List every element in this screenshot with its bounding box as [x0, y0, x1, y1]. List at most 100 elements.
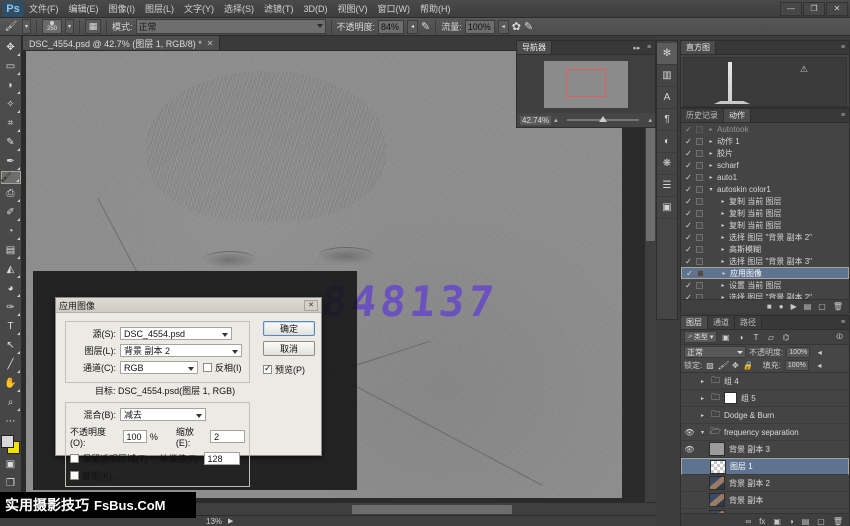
layer-row[interactable]: ▸ 🗀 组 5 [681, 390, 849, 407]
slider-knob[interactable] [599, 116, 607, 122]
layer-select[interactable]: 背景 副本 2 [120, 344, 242, 357]
layer-thumbnail[interactable] [709, 510, 725, 513]
zoom-slider[interactable] [567, 119, 640, 121]
pressure-size-icon[interactable]: ✎ [524, 20, 533, 33]
source-select[interactable]: DSC_4554.psd [120, 327, 232, 340]
action-dialog-toggle[interactable] [694, 198, 705, 205]
action-row-selected[interactable]: ✓ ▸ 应用图像 [681, 267, 849, 279]
pen-tool[interactable]: ✑ [1, 298, 21, 317]
chevron-right-icon[interactable]: ▸ [717, 282, 729, 289]
type-tool[interactable]: T [1, 317, 21, 336]
layer-row[interactable]: ▸ 🗀 Dodge & Burn [681, 407, 849, 424]
preview-checkbox[interactable]: 预览(P) [263, 363, 305, 376]
action-row[interactable]: ✓ ▸ 选择 图层 "背景 副本 2" [681, 291, 849, 299]
opacity-flyout-icon[interactable]: ◂ [407, 20, 418, 34]
record-action-icon[interactable]: ● [779, 302, 784, 311]
action-row[interactable]: ✓ ▸ 复制 当前 图层 [681, 219, 849, 231]
chevron-right-icon[interactable]: ▸ [717, 258, 729, 265]
action-toggle-check[interactable]: ✓ [683, 209, 694, 218]
chevron-right-icon[interactable]: ▸ [705, 174, 717, 181]
eye-icon[interactable]: 👁 [683, 445, 696, 454]
flow-input[interactable]: 100% [465, 20, 495, 34]
cancel-button[interactable]: 取消 [263, 341, 315, 356]
mini-bridge-icon[interactable]: ✻ [657, 43, 677, 65]
close-icon[interactable]: ✕ [304, 300, 318, 311]
document-tab[interactable]: DSC_4554.psd @ 42.7% (图层 1, RGB/8) * ✕ [22, 35, 220, 50]
panel-menu-icon[interactable]: ≡ [643, 41, 655, 54]
action-row[interactable]: ✓ ▸ 选择 图层 "背景 副本 3" [681, 255, 849, 267]
dialog-opacity-input[interactable]: 100 [123, 430, 147, 443]
blend-select[interactable]: 减去 [120, 408, 206, 421]
action-toggle-check[interactable]: ✓ [684, 269, 695, 278]
menu-filter[interactable]: 滤镜(T) [259, 0, 299, 18]
action-dialog-toggle[interactable] [694, 234, 705, 241]
eraser-tool[interactable]: ◔ [1, 222, 21, 241]
blend-mode-select[interactable]: 正常 [136, 19, 326, 34]
adjustments-icon[interactable]: ◐ [657, 131, 677, 153]
menu-edit[interactable]: 编辑(E) [64, 0, 104, 18]
action-dialog-toggle[interactable] [694, 222, 705, 229]
filter-pixel-icon[interactable]: ▣ [719, 331, 732, 343]
layer-thumbnail[interactable] [710, 460, 726, 474]
layer-filter-kind-select[interactable]: ⌕ 类型 ▾ [684, 331, 717, 343]
panel-menu-icon[interactable]: ≡ [837, 316, 849, 329]
tab-history[interactable]: 历史记录 [681, 109, 724, 122]
tab-paths[interactable]: 路径 [735, 316, 762, 329]
status-zoom-value[interactable]: 13% [206, 517, 222, 526]
action-row[interactable]: ✓ ▸ 复制 当前 图层 [681, 195, 849, 207]
fill-flyout-icon[interactable]: ◂ [813, 360, 826, 372]
layer-row[interactable]: 👁 背景 副本 3 [681, 441, 849, 458]
flow-flyout-icon[interactable]: ◂ [498, 20, 509, 34]
action-toggle-check[interactable]: ✓ [683, 173, 694, 182]
chevron-right-icon[interactable]: ▸ [698, 395, 707, 402]
airbrush-icon[interactable]: ✿ [512, 20, 521, 33]
marquee-tool[interactable]: ▭ [1, 57, 21, 76]
menu-window[interactable]: 窗口(W) [373, 0, 416, 18]
layer-thumbnail[interactable] [709, 493, 725, 507]
actions-list[interactable]: ✓ ▸ Autotook ✓ ▸ 动作 1 ✓ ▸ 胶片 ✓ ▸ s [681, 123, 849, 299]
tab-layers[interactable]: 图层 [681, 316, 708, 329]
dialog-title-bar[interactable]: 应用图像 ✕ [56, 298, 321, 313]
play-icon[interactable]: ▶ [228, 517, 233, 525]
brush-tool-dropdown-icon[interactable]: ▾ [22, 19, 31, 34]
menu-type[interactable]: 文字(Y) [179, 0, 219, 18]
eyedropper-tool[interactable]: ✎ [1, 133, 21, 152]
menu-help[interactable]: 帮助(H) [415, 0, 456, 18]
offset-input[interactable]: 128 [204, 452, 240, 465]
action-toggle-check[interactable]: ✓ [683, 161, 694, 170]
tab-actions[interactable]: 动作 [724, 109, 751, 122]
action-dialog-toggle[interactable] [695, 270, 706, 277]
histogram-icon[interactable]: ▥ [657, 65, 677, 87]
channel-select[interactable]: RGB [120, 361, 198, 374]
action-dialog-toggle[interactable] [694, 126, 705, 133]
action-toggle-check[interactable]: ✓ [683, 137, 694, 146]
move-tool[interactable]: ✥ [1, 38, 21, 57]
edit-toolbar-tool[interactable]: ⋯ [1, 412, 21, 431]
gradient-tool[interactable]: ▤ [1, 241, 21, 260]
chevron-right-icon[interactable]: ▸ [717, 210, 729, 217]
menu-select[interactable]: 选择(S) [219, 0, 259, 18]
styles-icon[interactable]: ❋ [657, 153, 677, 175]
filter-adjustment-icon[interactable]: ◑ [734, 331, 747, 343]
opacity-flyout-icon[interactable]: ◂ [813, 346, 826, 358]
action-toggle-check[interactable]: ✓ [683, 293, 694, 300]
action-dialog-toggle[interactable] [694, 162, 705, 169]
panel-menu-icon[interactable]: ≡ [837, 109, 849, 122]
action-dialog-toggle[interactable] [694, 282, 705, 289]
menu-view[interactable]: 视图(V) [333, 0, 373, 18]
action-row[interactable]: ✓ ▸ 动作 1 [681, 135, 849, 147]
new-action-set-icon[interactable]: ▤ [804, 302, 812, 311]
filter-shape-icon[interactable]: ▱ [764, 331, 777, 343]
actions-dock-icon[interactable]: ▣ [657, 197, 677, 219]
action-toggle-check[interactable]: ✓ [683, 257, 694, 266]
blur-tool[interactable]: ◭ [1, 260, 21, 279]
chevron-right-icon[interactable]: ▸ [717, 234, 729, 241]
chevron-right-icon[interactable]: ▸ [698, 412, 707, 419]
lock-image-icon[interactable]: 🖌 [718, 361, 728, 370]
filter-type-icon[interactable]: T [749, 331, 762, 343]
collapse-icon[interactable]: ▸▸ [631, 41, 643, 54]
action-toggle-check[interactable]: ✓ [683, 281, 694, 290]
brush-preset-dropdown-icon[interactable]: ▾ [65, 19, 74, 34]
action-row[interactable]: ✓ ▸ Autotook [681, 123, 849, 135]
foreground-color-swatch[interactable] [1, 435, 14, 448]
